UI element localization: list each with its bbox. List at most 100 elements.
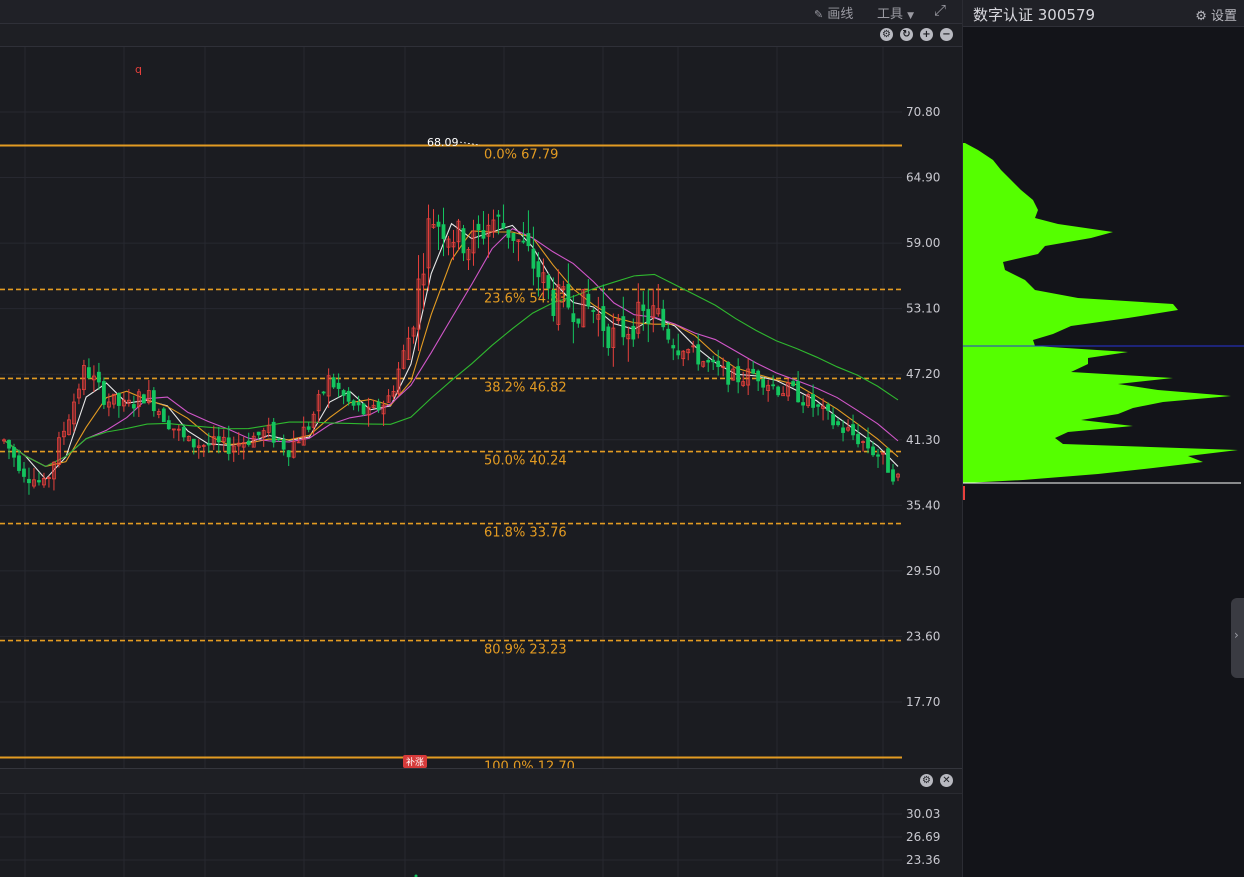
volume-profile-svg <box>963 143 1244 500</box>
candle-body <box>96 371 101 383</box>
candle-body <box>226 437 231 454</box>
price-axis-tick: 29.50 <box>906 564 940 578</box>
candle-body <box>441 224 446 239</box>
refresh-icon[interactable]: ↻ <box>900 28 913 41</box>
candle-body <box>576 318 581 324</box>
fib-label: 61.8% 33.76 <box>484 526 567 541</box>
candle-body <box>321 391 326 394</box>
candle-body <box>87 367 91 379</box>
candle-body <box>191 438 196 448</box>
candle-body <box>181 426 186 438</box>
sub-gear-icon[interactable]: ⚙ <box>920 774 933 787</box>
candle-body <box>436 221 441 227</box>
candle-body <box>361 403 366 415</box>
price-axis-tick: 23.60 <box>906 629 940 643</box>
candle-body <box>606 326 611 349</box>
candle-body <box>871 446 875 456</box>
chart-toolbar: ⚙ ↻ + − <box>0 24 962 47</box>
candle-body <box>856 433 860 445</box>
sub-chart-toolbar: ⚙ ✕ <box>0 768 962 794</box>
candle-body <box>216 436 221 443</box>
candle-body <box>476 223 481 231</box>
candle-body <box>501 222 506 229</box>
caret-down-icon: ▼ <box>907 11 915 21</box>
draw-line-label: 画线 <box>827 7 854 22</box>
candle-body <box>711 359 716 363</box>
candle-body <box>286 450 291 458</box>
candle-body <box>601 306 606 331</box>
candle-body <box>546 275 551 289</box>
candle-body <box>811 394 815 408</box>
price-axis-tick: 47.20 <box>906 367 940 381</box>
top-bar: ✎ 画线 工具 ▼ ⤢ <box>0 0 962 24</box>
draw-line-button[interactable]: ✎ 画线 <box>814 3 853 22</box>
fullscreen-button[interactable]: ⤢ <box>934 1 946 19</box>
sub-axis-tick: 23.36 <box>906 853 940 867</box>
candle-body <box>796 380 801 403</box>
candle-body <box>12 446 16 458</box>
right-panel: 数字认证 300579 ⚙ 设置 › <box>962 0 1244 877</box>
sub-close-icon[interactable]: ✕ <box>940 774 953 787</box>
candle-body <box>17 455 21 471</box>
candle-body <box>641 304 646 311</box>
fib-label: 0.0% 67.79 <box>484 147 558 162</box>
candle-body <box>346 390 351 402</box>
candle-body <box>256 431 261 436</box>
gear-icon[interactable]: ⚙ <box>880 28 893 41</box>
candle-body <box>801 402 806 406</box>
candle-body <box>646 309 651 324</box>
candle-body <box>511 232 516 241</box>
candle-body <box>166 420 171 430</box>
price-axis-tick: 17.70 <box>906 695 940 709</box>
sub-axis-tick: 30.03 <box>906 807 940 821</box>
candle-body <box>631 325 636 340</box>
candle-body <box>566 283 571 308</box>
candle-body <box>131 404 136 409</box>
zoom-out-icon[interactable]: − <box>940 28 953 41</box>
expand-icon: ⤢ <box>934 1 947 19</box>
candle-body <box>101 381 106 405</box>
candle-body <box>27 478 31 484</box>
candle-body <box>851 424 855 436</box>
candle-body <box>841 427 845 433</box>
candle-body <box>526 233 531 247</box>
zoom-in-icon[interactable]: + <box>920 28 933 41</box>
price-chart-svg[interactable]: 70.80 64.90 59.00 53.10 47.20 41.30 35.40 29.50… <box>0 0 962 877</box>
volume-profile <box>963 143 1238 483</box>
candle-body <box>751 368 756 374</box>
candle-body <box>891 469 895 482</box>
candle-body <box>756 370 761 382</box>
candle-body <box>726 361 731 385</box>
candle-body <box>271 421 276 443</box>
candle-body <box>336 382 341 389</box>
candle-body <box>831 414 835 426</box>
candle-body <box>22 468 26 477</box>
candle-body <box>281 439 286 450</box>
candle-body <box>816 404 820 407</box>
candle-body <box>276 438 281 441</box>
main-chart-area[interactable]: 70.80 64.90 59.00 53.10 47.20 41.30 35.40 29.50… <box>0 0 962 877</box>
tools-menu-button[interactable]: 工具 ▼ <box>877 3 914 22</box>
candle-body <box>661 308 666 328</box>
fib-label: 80.9% 23.23 <box>484 643 567 658</box>
sub-panel-bg <box>0 792 962 877</box>
candle-body <box>37 480 41 483</box>
candle-body <box>776 386 781 396</box>
marker-q: q <box>135 63 142 76</box>
candle-body <box>531 248 536 269</box>
collapse-panel-tab[interactable]: › <box>1231 598 1244 678</box>
price-axis-tick: 59.00 <box>906 236 940 250</box>
price-axis-tick: 64.90 <box>906 171 940 185</box>
candle-body <box>536 261 541 278</box>
pencil-icon: ✎ <box>814 8 824 21</box>
candle-body <box>826 404 830 411</box>
candle-body <box>696 344 701 365</box>
candle-body <box>706 359 711 363</box>
candle-body <box>206 443 211 446</box>
price-axis-tick: 70.80 <box>906 105 940 119</box>
candle-body <box>716 360 721 368</box>
high-price-label: 68.09 <box>427 136 459 149</box>
candle-body <box>7 439 11 449</box>
chevron-right-icon: › <box>1234 628 1239 642</box>
candle-body <box>791 381 796 386</box>
